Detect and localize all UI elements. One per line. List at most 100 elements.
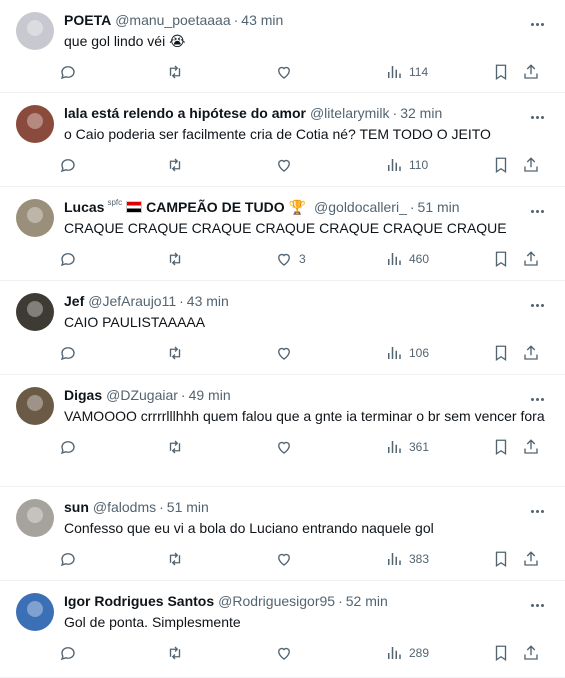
reply-button[interactable] (59, 344, 83, 362)
bookmark-button[interactable] (492, 250, 510, 268)
share-button[interactable] (522, 250, 540, 268)
like-button[interactable] (275, 438, 299, 456)
handle[interactable]: @goldocalleri_ (314, 197, 407, 217)
retweet-button[interactable] (166, 550, 190, 568)
timestamp[interactable]: 49 min (189, 385, 231, 405)
tweet-text: o Caio poderia ser facilmente cria de Co… (64, 126, 491, 142)
tweet-body: sun @falodms · 51 min Confesso que eu vi… (60, 497, 553, 580)
share-button[interactable] (522, 438, 540, 456)
share-button[interactable] (522, 550, 540, 568)
reply-feed: POETA @manu_poetaaaa · 43 min que gol li… (0, 0, 565, 678)
share-button[interactable] (522, 156, 540, 174)
more-options-icon[interactable] (531, 13, 549, 27)
handle[interactable]: @Rodriguesigor95 (218, 591, 335, 611)
bookmark-icon (492, 63, 510, 81)
reply-button[interactable] (59, 438, 83, 456)
avatar[interactable] (16, 593, 54, 631)
bookmark-button[interactable] (492, 344, 510, 362)
reply-button[interactable] (59, 250, 83, 268)
bookmark-button[interactable] (492, 63, 510, 81)
tweet[interactable]: sun @falodms · 51 min Confesso que eu vi… (0, 487, 565, 581)
share-button[interactable] (522, 63, 540, 81)
timestamp[interactable]: 51 min (167, 497, 209, 517)
avatar[interactable] (16, 12, 54, 50)
like-button[interactable] (275, 644, 299, 662)
display-name-suffix[interactable]: CAMPEÃO DE TUDO (146, 197, 284, 217)
tweet[interactable]: Lucas spfc CAMPEÃO DE TUDO 🏆 @goldocalle… (0, 187, 565, 281)
share-icon (522, 344, 540, 362)
like-icon (275, 550, 293, 568)
handle[interactable]: @DZugaiar (106, 385, 178, 405)
timestamp[interactable]: 32 min (400, 103, 442, 123)
timestamp[interactable]: 52 min (346, 591, 388, 611)
like-icon (275, 63, 293, 81)
tweet-body: POETA @manu_poetaaaa · 43 min que gol li… (60, 10, 553, 92)
more-options-icon[interactable] (531, 200, 549, 214)
share-button[interactable] (522, 344, 540, 362)
display-name[interactable]: Lucas (64, 197, 104, 217)
display-name[interactable]: sun (64, 497, 89, 517)
retweet-button[interactable] (166, 644, 190, 662)
avatar[interactable] (16, 105, 54, 143)
reply-button[interactable] (59, 550, 83, 568)
retweet-button[interactable] (166, 438, 190, 456)
bookmark-button[interactable] (492, 438, 510, 456)
views-button[interactable]: 114 (385, 63, 428, 81)
like-button[interactable]: 3 (275, 250, 306, 268)
display-name[interactable]: Igor Rodrigues Santos (64, 591, 214, 611)
handle[interactable]: @falodms (93, 497, 156, 517)
bookmark-button[interactable] (492, 644, 510, 662)
display-name[interactable]: lala está relendo a hipótese do amor (64, 103, 306, 123)
views-button[interactable]: 383 (385, 550, 429, 568)
more-options-icon[interactable] (531, 106, 549, 120)
retweet-icon (166, 438, 184, 456)
more-options-icon[interactable] (531, 294, 549, 308)
share-icon (522, 63, 540, 81)
retweet-button[interactable] (166, 250, 190, 268)
avatar[interactable] (16, 293, 54, 331)
more-options-icon[interactable] (531, 500, 549, 514)
display-name[interactable]: Jef (64, 291, 84, 311)
more-options-icon[interactable] (531, 594, 549, 608)
avatar[interactable] (16, 499, 54, 537)
handle[interactable]: @JefAraujo11 (88, 291, 176, 311)
retweet-button[interactable] (166, 156, 190, 174)
reply-button[interactable] (59, 644, 83, 662)
timestamp[interactable]: 43 min (241, 10, 283, 30)
like-button[interactable] (275, 63, 299, 81)
tweet[interactable]: Digas @DZugaiar · 49 min VAMOOOO crrrrll… (0, 375, 565, 487)
timestamp[interactable]: 51 min (418, 197, 460, 217)
retweet-icon (166, 156, 184, 174)
timestamp[interactable]: 43 min (187, 291, 229, 311)
reply-icon (59, 438, 77, 456)
tweet[interactable]: Igor Rodrigues Santos @Rodriguesigor95 ·… (0, 581, 565, 678)
like-button[interactable] (275, 344, 299, 362)
handle[interactable]: @litelarymilk (310, 103, 390, 123)
views-button[interactable]: 460 (385, 250, 429, 268)
tweet-header: Jef @JefAraujo11 · 43 min (64, 291, 553, 311)
more-options-icon[interactable] (531, 388, 549, 402)
avatar[interactable] (16, 199, 54, 237)
retweet-button[interactable] (166, 344, 190, 362)
avatar[interactable] (16, 387, 54, 425)
views-button[interactable]: 110 (385, 156, 428, 174)
like-button[interactable] (275, 156, 299, 174)
bookmark-button[interactable] (492, 156, 510, 174)
tweet[interactable]: lala está relendo a hipótese do amor @li… (0, 93, 565, 187)
retweet-button[interactable] (166, 63, 190, 81)
share-icon (522, 156, 540, 174)
reply-button[interactable] (59, 156, 83, 174)
views-icon (385, 250, 403, 268)
like-button[interactable] (275, 550, 299, 568)
views-button[interactable]: 361 (385, 438, 429, 456)
display-name[interactable]: Digas (64, 385, 102, 405)
reply-button[interactable] (59, 63, 83, 81)
tweet[interactable]: Jef @JefAraujo11 · 43 min CAIO PAULISTAA… (0, 281, 565, 375)
tweet[interactable]: POETA @manu_poetaaaa · 43 min que gol li… (0, 0, 565, 93)
share-button[interactable] (522, 644, 540, 662)
bookmark-button[interactable] (492, 550, 510, 568)
views-button[interactable]: 289 (385, 644, 429, 662)
views-button[interactable]: 106 (385, 344, 429, 362)
display-name[interactable]: POETA (64, 10, 111, 30)
handle[interactable]: @manu_poetaaaa (115, 10, 230, 30)
